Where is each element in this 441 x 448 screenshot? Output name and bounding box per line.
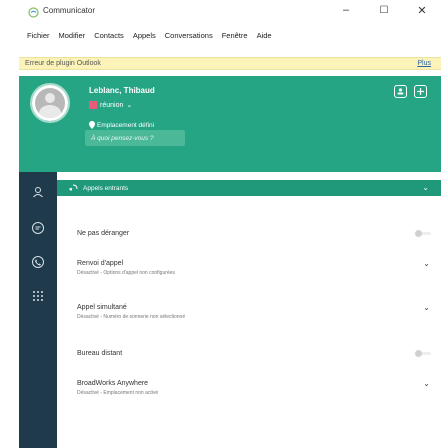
status-label: réunion <box>100 101 124 109</box>
chevron-down-icon: ⌄ <box>422 183 429 192</box>
avatar-image <box>35 88 65 118</box>
menu-fichier[interactable]: Fichier <box>27 31 50 40</box>
chevron-down-icon[interactable]: ⌄ <box>423 303 430 312</box>
remote-office-toggle[interactable] <box>415 350 432 357</box>
setting-title: Renvoi d'appel <box>77 260 124 267</box>
setting-call-forwarding[interactable]: Renvoi d'appel Désactivé - Options d'app… <box>77 259 432 276</box>
plugin-error-bar: Erreur de plugin Outlook Plus <box>19 57 441 70</box>
call-settings-panel: Ne pas déranger Renvoi d'appel Désactivé… <box>57 196 441 448</box>
menu-modifier[interactable]: Modifier <box>59 31 86 40</box>
menu-appels[interactable]: Appels <box>133 31 156 40</box>
phone-icon[interactable] <box>28 252 48 272</box>
add-icon[interactable] <box>414 85 427 98</box>
status-color-swatch <box>89 101 97 109</box>
setting-broadworks-anywhere[interactable]: BroadWorks Anywhere Désactivé - Emplacem… <box>77 379 432 396</box>
maximize-button[interactable]: ☐ <box>365 0 403 20</box>
contact-card-icon[interactable] <box>394 85 407 98</box>
window-title: Communicator <box>43 5 96 15</box>
chevron-down-icon[interactable]: ⌄ <box>423 379 430 388</box>
setting-simultaneous-ring[interactable]: Appel simultané Désactivé - Numéro de so… <box>77 303 432 320</box>
do-not-disturb-toggle[interactable] <box>415 230 432 237</box>
menu-fenetre[interactable]: Fenêtre <box>222 31 248 40</box>
chevron-down-icon: ⌄ <box>126 102 133 109</box>
status-selector[interactable]: réunion ⌄ <box>89 101 132 109</box>
setting-title: Ne pas déranger <box>77 230 130 237</box>
close-button[interactable]: ✕ <box>403 0 441 20</box>
setting-subtitle: Désactivé - Options d'appel non configur… <box>77 270 175 276</box>
setting-title: Bureau distant <box>77 350 123 357</box>
user-name: Leblanc, Thibaud <box>89 86 155 95</box>
chat-icon[interactable] <box>28 218 48 238</box>
menu-aide[interactable]: Aide <box>257 31 272 40</box>
chevron-down-icon[interactable]: ⌄ <box>423 259 430 268</box>
plugin-more-link[interactable]: Plus <box>417 60 431 67</box>
left-sidebar <box>19 172 57 448</box>
title-bar: Communicator – ☐ ✕ <box>19 0 441 20</box>
setting-remote-office[interactable]: Bureau distant <box>77 350 432 357</box>
incoming-calls-label: Appels entrants <box>83 184 129 192</box>
setting-subtitle: Désactivé - Numéro de sonnerie non sélec… <box>77 314 186 320</box>
avatar[interactable] <box>32 85 68 121</box>
setting-subtitle: Désactivé - Emplacement non activé <box>77 390 159 396</box>
communicator-icon <box>28 5 39 18</box>
minimize-button[interactable]: – <box>327 0 365 20</box>
dialpad-icon[interactable] <box>28 286 48 306</box>
incoming-call-icon <box>69 179 78 197</box>
setting-title: Appel simultané <box>77 304 127 311</box>
setting-do-not-disturb[interactable]: Ne pas déranger <box>77 230 432 237</box>
contacts-icon[interactable] <box>28 182 48 202</box>
setting-title: BroadWorks Anywhere <box>77 380 149 387</box>
location-label: Emplacement défini <box>97 121 155 129</box>
status-message-placeholder: À quoi pensez-vous ? <box>91 134 154 142</box>
menu-bar: Fichier Modifier Contacts Appels Convers… <box>19 28 441 42</box>
plugin-error-text: Erreur de plugin Outlook <box>25 60 101 67</box>
menu-contacts[interactable]: Contacts <box>94 31 124 40</box>
user-header: Leblanc, Thibaud réunion ⌄ Emplacement d… <box>19 76 441 172</box>
incoming-calls-bar[interactable]: Appels entrants ⌄ <box>57 180 441 196</box>
communicator-window: Communicator – ☐ ✕ Fichier Modifier Cont… <box>19 0 441 448</box>
status-message-input[interactable]: À quoi pensez-vous ? <box>85 130 185 146</box>
menu-conversations[interactable]: Conversations <box>165 31 213 40</box>
